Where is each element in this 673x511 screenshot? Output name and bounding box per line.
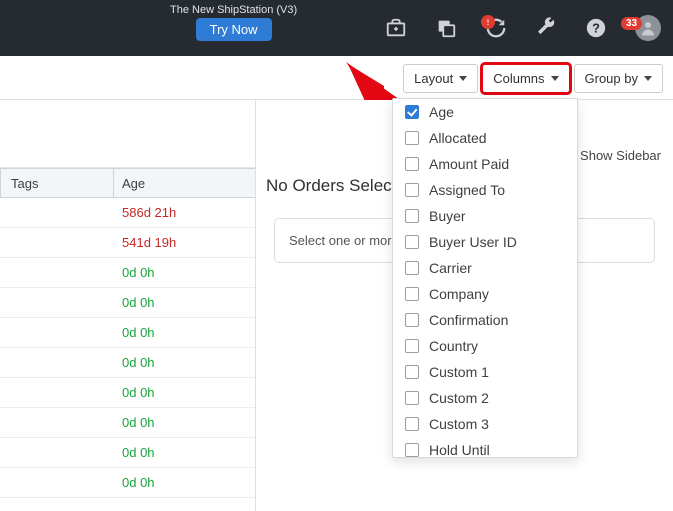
groupby-label: Group by xyxy=(585,71,638,86)
topbar: The New ShipStation (V3) Try Now ? 33 xyxy=(0,0,673,56)
layout-button[interactable]: Layout xyxy=(403,64,478,93)
columns-option-label: Confirmation xyxy=(429,312,508,328)
help-icon[interactable]: ? xyxy=(585,17,607,39)
cell-age: 0d 0h xyxy=(114,475,255,490)
columns-option-label: Carrier xyxy=(429,260,472,276)
columns-label: Columns xyxy=(493,71,544,86)
columns-dropdown[interactable]: Age Allocated Amount Paid Assigned To Buyer B… xyxy=(392,98,578,458)
columns-option-label: Allocated xyxy=(429,130,487,146)
columns-option-label: Country xyxy=(429,338,478,354)
checkbox-icon[interactable] xyxy=(405,339,419,353)
columns-button[interactable]: Columns xyxy=(482,64,569,93)
columns-option[interactable]: Country xyxy=(393,333,577,359)
toolbar-buttons: Layout Columns Group by xyxy=(403,64,663,93)
columns-option[interactable]: Confirmation xyxy=(393,307,577,333)
columns-option-label: Custom 1 xyxy=(429,364,489,380)
alert-badge-icon xyxy=(481,15,495,29)
checkbox-icon[interactable] xyxy=(405,131,419,145)
caret-down-icon xyxy=(644,76,652,81)
checkbox-icon[interactable] xyxy=(405,417,419,431)
caret-down-icon xyxy=(459,76,467,81)
cell-age: 541d 19h xyxy=(114,235,255,250)
columns-option-label: Custom 3 xyxy=(429,416,489,432)
promo-text: The New ShipStation (V3) xyxy=(170,4,297,16)
columns-option[interactable]: Assigned To xyxy=(393,177,577,203)
table-row[interactable]: 0d 0h xyxy=(0,408,255,438)
table-row[interactable]: 586d 21h xyxy=(0,198,255,228)
checkbox-icon[interactable] xyxy=(405,391,419,405)
columns-option[interactable]: Age xyxy=(393,99,577,125)
checkbox-icon[interactable] xyxy=(405,183,419,197)
show-sidebar-link[interactable]: Show Sidebar xyxy=(580,148,661,163)
checkbox-icon[interactable] xyxy=(405,105,419,119)
checkbox-icon[interactable] xyxy=(405,157,419,171)
checkbox-icon[interactable] xyxy=(405,365,419,379)
checkbox-icon[interactable] xyxy=(405,235,419,249)
table-row[interactable]: 0d 0h xyxy=(0,258,255,288)
user-avatar-icon[interactable]: 33 xyxy=(635,15,661,41)
columns-option-label: Custom 2 xyxy=(429,390,489,406)
columns-option[interactable]: Amount Paid xyxy=(393,151,577,177)
checkbox-icon[interactable] xyxy=(405,209,419,223)
caret-down-icon xyxy=(551,76,559,81)
table-row[interactable]: 0d 0h xyxy=(0,288,255,318)
svg-text:?: ? xyxy=(592,21,600,36)
table-row[interactable]: 0d 0h xyxy=(0,318,255,348)
cell-age: 0d 0h xyxy=(114,265,255,280)
refresh-icon[interactable] xyxy=(485,17,507,39)
copy-icon[interactable] xyxy=(435,17,457,39)
table-row[interactable]: 0d 0h xyxy=(0,468,255,498)
briefcase-icon[interactable] xyxy=(385,17,407,39)
columns-option-label: Amount Paid xyxy=(429,156,509,172)
columns-option[interactable]: Buyer xyxy=(393,203,577,229)
checkbox-icon[interactable] xyxy=(405,443,419,457)
try-now-button[interactable]: Try Now xyxy=(196,18,272,41)
col-header-age[interactable]: Age xyxy=(114,176,255,191)
columns-option[interactable]: Custom 3 xyxy=(393,411,577,437)
cell-age: 0d 0h xyxy=(114,415,255,430)
col-header-tags[interactable]: Tags xyxy=(0,169,114,197)
columns-option[interactable]: Custom 1 xyxy=(393,359,577,385)
columns-option-label: Age xyxy=(429,104,454,120)
wrench-icon[interactable] xyxy=(535,17,557,39)
checkbox-icon[interactable] xyxy=(405,261,419,275)
cell-age: 0d 0h xyxy=(114,355,255,370)
cell-age: 0d 0h xyxy=(114,445,255,460)
cell-age: 0d 0h xyxy=(114,325,255,340)
columns-option[interactable]: Allocated xyxy=(393,125,577,151)
layout-label: Layout xyxy=(414,71,453,86)
table-row[interactable]: 0d 0h xyxy=(0,438,255,468)
columns-option[interactable]: Custom 2 xyxy=(393,385,577,411)
orders-grid: Tags Age 586d 21h 541d 19h 0d 0h 0d 0h 0d 0h… xyxy=(0,100,256,511)
grid-body: 586d 21h 541d 19h 0d 0h 0d 0h 0d 0h 0d 0h 0d 0… xyxy=(0,198,255,498)
columns-option[interactable]: Buyer User ID xyxy=(393,229,577,255)
columns-option-label: Hold Until xyxy=(429,442,490,458)
checkbox-icon[interactable] xyxy=(405,313,419,327)
columns-option-label: Buyer User ID xyxy=(429,234,517,250)
topbar-icons: ? 33 xyxy=(385,0,661,56)
columns-option-label: Company xyxy=(429,286,489,302)
toolbar: Layout Columns Group by xyxy=(0,56,673,100)
columns-option-label: Assigned To xyxy=(429,182,505,198)
columns-option[interactable]: Carrier xyxy=(393,255,577,281)
grid-header: Tags Age xyxy=(0,168,255,198)
groupby-button[interactable]: Group by xyxy=(574,64,663,93)
checkbox-icon[interactable] xyxy=(405,287,419,301)
columns-option-label: Buyer xyxy=(429,208,466,224)
promo: The New ShipStation (V3) Try Now xyxy=(170,4,297,41)
table-row[interactable]: 541d 19h xyxy=(0,228,255,258)
notification-count: 33 xyxy=(621,17,642,30)
cell-age: 0d 0h xyxy=(114,385,255,400)
cell-age: 0d 0h xyxy=(114,295,255,310)
table-row[interactable]: 0d 0h xyxy=(0,348,255,378)
columns-option[interactable]: Company xyxy=(393,281,577,307)
table-row[interactable]: 0d 0h xyxy=(0,378,255,408)
cell-age: 586d 21h xyxy=(114,205,255,220)
columns-option[interactable]: Hold Until xyxy=(393,437,577,458)
grid-spacer xyxy=(0,100,255,168)
